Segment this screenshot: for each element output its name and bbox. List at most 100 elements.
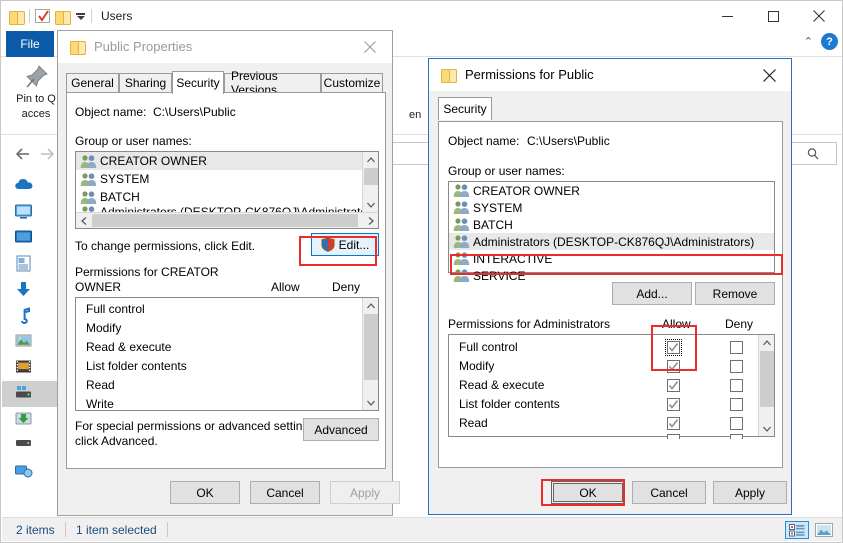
allow-checkbox[interactable]: [667, 379, 680, 392]
remove-button[interactable]: Remove: [695, 282, 775, 305]
tab-customize[interactable]: Customize: [321, 73, 383, 93]
deny-checkbox[interactable]: [730, 360, 743, 373]
list-item[interactable]: SYSTEM: [76, 170, 378, 188]
allow-checkbox[interactable]: [667, 398, 680, 411]
list-item[interactable]: BATCH: [449, 216, 774, 233]
details-view-icon[interactable]: [785, 521, 809, 539]
deny-checkbox[interactable]: [730, 379, 743, 392]
allow-checkbox[interactable]: [667, 341, 680, 354]
folder-icon[interactable]: [9, 10, 24, 23]
tab-file[interactable]: File: [6, 31, 54, 57]
deny-checkbox[interactable]: [730, 417, 743, 430]
close-icon[interactable]: [747, 59, 791, 91]
tab-sharing[interactable]: Sharing: [119, 73, 172, 93]
navigation-pane[interactable]: [2, 171, 59, 519]
tab-security[interactable]: Security: [438, 97, 492, 120]
scroll-left-arrow-icon[interactable]: [76, 213, 91, 228]
allow-checkbox[interactable]: [667, 434, 680, 439]
chevron-up-icon[interactable]: ⌃: [804, 35, 813, 48]
properties-ok-button[interactable]: OK: [170, 481, 240, 504]
sidebar-item-downloads[interactable]: [2, 277, 58, 303]
list-item-label: CREATOR OWNER: [100, 154, 207, 168]
permissions-grid[interactable]: Full control Modify Read & execute List …: [75, 297, 379, 411]
permissions-ok-button[interactable]: OK: [551, 481, 625, 504]
group-or-user-names-list[interactable]: CREATOR OWNER SYSTEM BATCH Administrator…: [75, 151, 379, 229]
table-row[interactable]: Read & execute: [449, 376, 774, 395]
allow-checkbox[interactable]: [667, 417, 680, 430]
sidebar-item-desktop[interactable]: [2, 225, 58, 251]
list-item[interactable]: BATCH: [76, 188, 378, 206]
properties-cancel-button[interactable]: Cancel: [250, 481, 320, 504]
scrollbar-thumb[interactable]: [760, 351, 774, 407]
table-row[interactable]: Write: [76, 395, 378, 414]
sidebar-item-drive[interactable]: [2, 433, 58, 459]
minimize-icon[interactable]: [704, 1, 750, 31]
sidebar-item-network[interactable]: [2, 459, 58, 485]
list-vertical-scrollbar[interactable]: [362, 152, 378, 212]
permissions-vertical-scrollbar[interactable]: [362, 298, 378, 410]
list-item[interactable]: SYSTEM: [449, 199, 774, 216]
add-button[interactable]: Add...: [612, 282, 692, 305]
scroll-down-arrow-icon[interactable]: [759, 421, 775, 436]
allow-checkbox[interactable]: [667, 360, 680, 373]
permissions-group-list[interactable]: CREATOR OWNER SYSTEM BATCH Administrator…: [448, 181, 775, 273]
tab-security[interactable]: Security: [172, 71, 224, 94]
sidebar-item-pictures[interactable]: [2, 329, 58, 355]
search-input[interactable]: [789, 142, 837, 165]
table-row[interactable]: List folder contents: [76, 357, 378, 376]
sidebar-item-music[interactable]: [2, 303, 58, 329]
table-row[interactable]: Modify: [76, 319, 378, 338]
scroll-up-arrow-icon[interactable]: [363, 152, 378, 167]
sidebar-item-local-disk[interactable]: [2, 381, 58, 407]
scrollbar-thumb[interactable]: [364, 314, 378, 380]
table-row[interactable]: Full control: [449, 338, 774, 357]
table-row[interactable]: List folder contents: [449, 395, 774, 414]
table-row[interactable]: Read: [76, 376, 378, 395]
scroll-right-arrow-icon[interactable]: [363, 213, 378, 228]
table-row[interactable]: Read & execute: [76, 338, 378, 357]
list-item-administrators[interactable]: Administrators (DESKTOP-CK876QJ\Administ…: [449, 233, 774, 250]
list-horizontal-scrollbar[interactable]: [76, 212, 378, 228]
sidebar-item-recovery-drive[interactable]: [2, 407, 58, 433]
scrollbar-thumb[interactable]: [92, 214, 358, 227]
list-item[interactable]: CREATOR OWNER: [76, 152, 363, 170]
sidebar-item-onedrive[interactable]: [2, 171, 58, 199]
chevron-down-icon[interactable]: [75, 10, 86, 22]
list-item[interactable]: CREATOR OWNER: [449, 182, 774, 199]
tab-general[interactable]: General: [66, 73, 119, 93]
scroll-up-arrow-icon[interactable]: [759, 335, 774, 350]
table-row[interactable]: Full control: [76, 300, 378, 319]
back-arrow-icon[interactable]: [11, 143, 35, 165]
close-icon[interactable]: [348, 31, 392, 63]
list-item[interactable]: INTERACTIVE: [449, 250, 774, 267]
edit-button[interactable]: Edit...: [311, 233, 379, 256]
forward-arrow-icon[interactable]: [35, 143, 59, 165]
permissions-cancel-button[interactable]: Cancel: [632, 481, 706, 504]
scroll-down-arrow-icon[interactable]: [363, 395, 379, 410]
advanced-button[interactable]: Advanced: [303, 418, 379, 441]
permissions-vertical-scrollbar[interactable]: [758, 335, 774, 436]
table-row[interactable]: Modify: [449, 357, 774, 376]
close-icon[interactable]: [796, 1, 842, 31]
tab-previous-versions[interactable]: Previous Versions: [224, 73, 321, 93]
properties-checkbox-icon[interactable]: [35, 9, 50, 23]
permissions-apply-button[interactable]: Apply: [713, 481, 787, 504]
scroll-down-arrow-icon[interactable]: [363, 197, 379, 212]
large-icons-view-icon[interactable]: [812, 521, 836, 539]
deny-checkbox[interactable]: [730, 341, 743, 354]
sidebar-item-documents[interactable]: [2, 251, 58, 277]
help-icon[interactable]: ?: [821, 33, 838, 50]
table-row-partial[interactable]: [449, 433, 774, 439]
table-row[interactable]: Read: [449, 414, 774, 433]
sidebar-item-videos[interactable]: [2, 355, 58, 381]
deny-checkbox[interactable]: [730, 434, 743, 439]
scrollbar-thumb[interactable]: [364, 168, 378, 185]
scroll-up-arrow-icon[interactable]: [363, 298, 378, 313]
permissions-grid[interactable]: Full control Modify Read & execute: [448, 334, 775, 437]
new-folder-icon[interactable]: [55, 10, 70, 23]
open-button-label-fragment[interactable]: en: [409, 109, 421, 121]
picture-icon: [14, 333, 34, 351]
sidebar-item-this-pc[interactable]: [2, 199, 58, 225]
maximize-icon[interactable]: [750, 1, 796, 31]
deny-checkbox[interactable]: [730, 398, 743, 411]
